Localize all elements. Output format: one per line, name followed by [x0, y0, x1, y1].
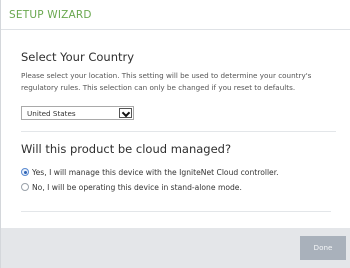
- radio-button-checked[interactable]: [21, 168, 29, 176]
- cloud-section-title: Will this product be cloud managed?: [21, 142, 232, 156]
- dialog-header: SETUP WIZARD: [1, 0, 350, 30]
- dialog-title: SETUP WIZARD: [9, 9, 92, 21]
- section-divider-bottom: [21, 211, 331, 212]
- radio-label-cloud-yes[interactable]: Yes, I will manage this device with the …: [32, 168, 279, 177]
- section-divider: [21, 131, 336, 132]
- country-description: Please select your location. This settin…: [21, 71, 312, 92]
- country-section-title: Select Your Country: [21, 50, 135, 64]
- done-button[interactable]: Done: [300, 236, 346, 260]
- country-select[interactable]: United States: [21, 106, 134, 120]
- radio-button-unchecked[interactable]: [21, 183, 29, 191]
- dialog-footer: [1, 228, 350, 268]
- radio-option-cloud-no[interactable]: No, I will be operating this device in s…: [21, 181, 242, 193]
- chevron-down-icon[interactable]: [119, 108, 132, 118]
- setup-wizard-dialog: SETUP WIZARD Select Your Country Please …: [0, 0, 350, 268]
- country-select-value: United States: [27, 109, 76, 118]
- radio-label-cloud-no[interactable]: No, I will be operating this device in s…: [32, 183, 242, 192]
- radio-option-cloud-yes[interactable]: Yes, I will manage this device with the …: [21, 166, 279, 178]
